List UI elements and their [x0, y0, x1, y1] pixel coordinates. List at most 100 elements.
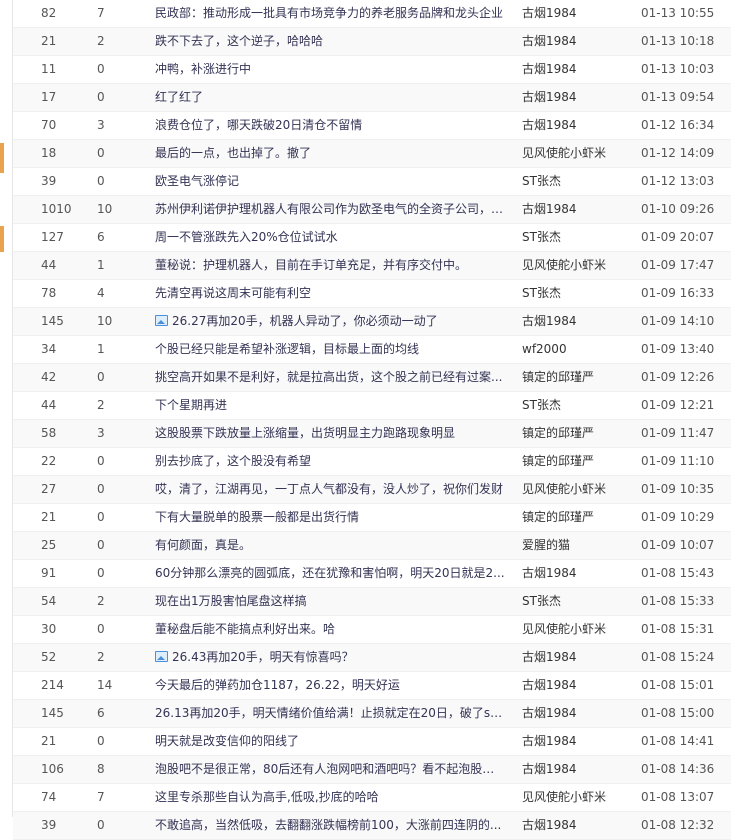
- author-link[interactable]: ST张杰: [522, 168, 632, 195]
- post-title-link[interactable]: 泡股吧不是很正常，80后还有人泡网吧和酒吧吗？看不起泡股吧...: [155, 756, 505, 783]
- table-row: 44 1 董秘说：护理机器人，目前在手订单充足，并有序交付中。 见风使舵小虾米 01-0…: [13, 252, 731, 280]
- author-link[interactable]: 镇定的邱瑾严: [522, 504, 632, 531]
- post-title-link[interactable]: 26.27再加20手，机器人异动了，你必须动一动了: [155, 308, 505, 335]
- author-link[interactable]: 爱腥的猫: [522, 532, 632, 559]
- post-title-link[interactable]: 今天最后的弹药加仓1187，26.22，明天好运: [155, 672, 505, 699]
- author-link[interactable]: ST张杰: [522, 224, 632, 251]
- post-title-link[interactable]: 不敢追高，当然低吸，去翻翻涨跌幅榜前100，大涨前四连阴的...: [155, 812, 505, 839]
- author-link[interactable]: 古烟1984: [522, 196, 632, 223]
- reply-count: 0: [97, 62, 105, 76]
- table-row: 145 6 26.13再加20手，明天情绪价值给满！止损就定在20日，破了say..…: [13, 700, 731, 728]
- post-title-link[interactable]: 别去抄底了，这个股没有希望: [155, 448, 505, 475]
- left-panel-marker: [0, 226, 4, 252]
- read-count: 127: [41, 230, 64, 244]
- post-title-link[interactable]: 欧圣电气涨停记: [155, 168, 505, 195]
- post-time: 01-13 10:18: [641, 34, 715, 48]
- post-title-text: 冲鸭，补涨进行中: [155, 62, 252, 76]
- table-row: 78 4 先清空再说这周末可能有利空 ST张杰 01-09 16:33: [13, 280, 731, 308]
- post-title-link[interactable]: 有何颜面，真是。: [155, 532, 505, 559]
- author-link[interactable]: 见风使舵小虾米: [522, 476, 632, 503]
- post-title-text: 这股股票下跌放量上涨缩量，出货明显主力跑路现象明显: [155, 426, 456, 440]
- post-time: 01-13 10:55: [641, 6, 715, 20]
- author-link[interactable]: 古烟1984: [522, 112, 632, 139]
- author-link[interactable]: 古烟1984: [522, 308, 632, 335]
- post-title-link[interactable]: 哎，清了，江湖再见，一丁点人气都没有，没人炒了，祝你们发财: [155, 476, 505, 503]
- post-title-link[interactable]: 董秘盘后能不能搞点利好出来。哈: [155, 616, 505, 643]
- post-title-link[interactable]: 现在出1万股害怕尾盘这样搞: [155, 588, 505, 615]
- post-time: 01-09 17:47: [641, 258, 715, 272]
- author-link[interactable]: 见风使舵小虾米: [522, 784, 632, 811]
- author-link[interactable]: 古烟1984: [522, 56, 632, 83]
- post-title-text: 下有大量脱单的股票一般都是出货行情: [155, 510, 360, 524]
- reply-count: 10: [97, 202, 113, 216]
- author-link[interactable]: 镇定的邱瑾严: [522, 420, 632, 447]
- post-title-text: 现在出1万股害怕尾盘这样搞: [155, 594, 307, 608]
- read-count: 82: [41, 6, 57, 20]
- post-title-link[interactable]: 这里专杀那些自认为高手,低吸,抄底的哈哈: [155, 784, 505, 811]
- post-title-link[interactable]: 最后的一点，也出掉了。撤了: [155, 140, 505, 167]
- author-link[interactable]: 镇定的邱瑾严: [522, 448, 632, 475]
- post-title-link[interactable]: 26.43再加20手，明天有惊喜吗？: [155, 644, 505, 671]
- post-title-link[interactable]: 挑空高开如果不是利好，就是拉高出货，这个股之前已经有过案...: [155, 364, 505, 391]
- post-title-link[interactable]: 先清空再说这周末可能有利空: [155, 280, 505, 307]
- post-title-link[interactable]: 下有大量脱单的股票一般都是出货行情: [155, 504, 505, 531]
- post-title-text: 周一不管涨跌先入20%仓位试试水: [155, 230, 338, 244]
- read-count: 22: [41, 454, 57, 468]
- author-link[interactable]: 古烟1984: [522, 756, 632, 783]
- post-title-link[interactable]: 冲鸭，补涨进行中: [155, 56, 505, 83]
- author-link[interactable]: 见风使舵小虾米: [522, 140, 632, 167]
- author-link[interactable]: 古烟1984: [522, 728, 632, 755]
- post-time: 01-08 15:01: [641, 678, 715, 692]
- reply-count: 0: [97, 370, 105, 384]
- read-count: 21: [41, 510, 57, 524]
- read-count: 42: [41, 370, 57, 384]
- author-link[interactable]: ST张杰: [522, 280, 632, 307]
- table-row: 82 7 民政部：推动形成一批具有市场竞争力的养老服务品牌和龙头企业 古烟1984 01…: [13, 0, 731, 28]
- post-title-link[interactable]: 红了红了: [155, 84, 505, 111]
- table-row: 127 6 周一不管涨跌先入20%仓位试试水 ST张杰 01-09 20:07: [13, 224, 731, 252]
- author-link[interactable]: 古烟1984: [522, 812, 632, 839]
- post-title-link[interactable]: 浪费仓位了，哪天跌破20日清仓不留情: [155, 112, 505, 139]
- post-title-link[interactable]: 26.13再加20手，明天情绪价值给满！止损就定在20日，破了say...: [155, 700, 505, 727]
- post-title-text: 民政部：推动形成一批具有市场竞争力的养老服务品牌和龙头企业: [155, 6, 504, 20]
- author-link[interactable]: 见风使舵小虾米: [522, 616, 632, 643]
- post-title-link[interactable]: 明天就是改变信仰的阳线了: [155, 728, 505, 755]
- post-title-link[interactable]: 民政部：推动形成一批具有市场竞争力的养老服务品牌和龙头企业: [155, 0, 505, 27]
- table-row: 44 2 下个星期再进 ST张杰 01-09 12:21: [13, 392, 731, 420]
- post-time: 01-09 11:10: [641, 454, 715, 468]
- post-title-link[interactable]: 周一不管涨跌先入20%仓位试试水: [155, 224, 505, 251]
- post-time: 01-09 16:33: [641, 286, 715, 300]
- post-title-link[interactable]: 个股已经只能是希望补涨逻辑，目标最上面的均线: [155, 336, 505, 363]
- reply-count: 0: [97, 622, 105, 636]
- author-link[interactable]: 古烟1984: [522, 0, 632, 27]
- author-link[interactable]: 见风使舵小虾米: [522, 252, 632, 279]
- table-row: 70 3 浪费仓位了，哪天跌破20日清仓不留情 古烟1984 01-12 16:34: [13, 112, 731, 140]
- post-title-link[interactable]: 苏州伊利诺伊护理机器人有限公司作为欧圣电气的全资子公司，其...: [155, 196, 505, 223]
- post-title-link[interactable]: 下个星期再进: [155, 392, 505, 419]
- author-link[interactable]: 古烟1984: [522, 700, 632, 727]
- post-title-text: 苏州伊利诺伊护理机器人有限公司作为欧圣电气的全资子公司，其...: [155, 202, 505, 216]
- reply-count: 0: [97, 482, 105, 496]
- author-link[interactable]: ST张杰: [522, 392, 632, 419]
- author-link[interactable]: 古烟1984: [522, 560, 632, 587]
- reply-count: 4: [97, 286, 105, 300]
- table-row: 21 0 下有大量脱单的股票一般都是出货行情 镇定的邱瑾严 01-09 10:29: [13, 504, 731, 532]
- author-link[interactable]: 古烟1984: [522, 84, 632, 111]
- post-title-link[interactable]: 董秘说：护理机器人，目前在手订单充足，并有序交付中。: [155, 252, 505, 279]
- post-title-text: 26.27再加20手，机器人异动了，你必须动一动了: [172, 314, 438, 328]
- author-link[interactable]: ST张杰: [522, 588, 632, 615]
- reply-count: 0: [97, 734, 105, 748]
- author-link[interactable]: 古烟1984: [522, 672, 632, 699]
- post-time: 01-09 10:29: [641, 510, 715, 524]
- post-title-link[interactable]: 跌不下去了，这个逆子，哈哈哈: [155, 28, 505, 55]
- post-title-link[interactable]: 60分钟那么漂亮的圆弧底，还在犹豫和害怕啊，明天20日就是2...: [155, 560, 505, 587]
- reply-count: 2: [97, 594, 105, 608]
- author-link[interactable]: 古烟1984: [522, 28, 632, 55]
- post-time: 01-08 15:43: [641, 566, 715, 580]
- author-link[interactable]: 古烟1984: [522, 644, 632, 671]
- read-count: 30: [41, 622, 57, 636]
- post-title-text: 26.43再加20手，明天有惊喜吗？: [172, 650, 354, 664]
- post-title-link[interactable]: 这股股票下跌放量上涨缩量，出货明显主力跑路现象明显: [155, 420, 505, 447]
- author-link[interactable]: 镇定的邱瑾严: [522, 364, 632, 391]
- author-link[interactable]: wf2000: [522, 336, 632, 363]
